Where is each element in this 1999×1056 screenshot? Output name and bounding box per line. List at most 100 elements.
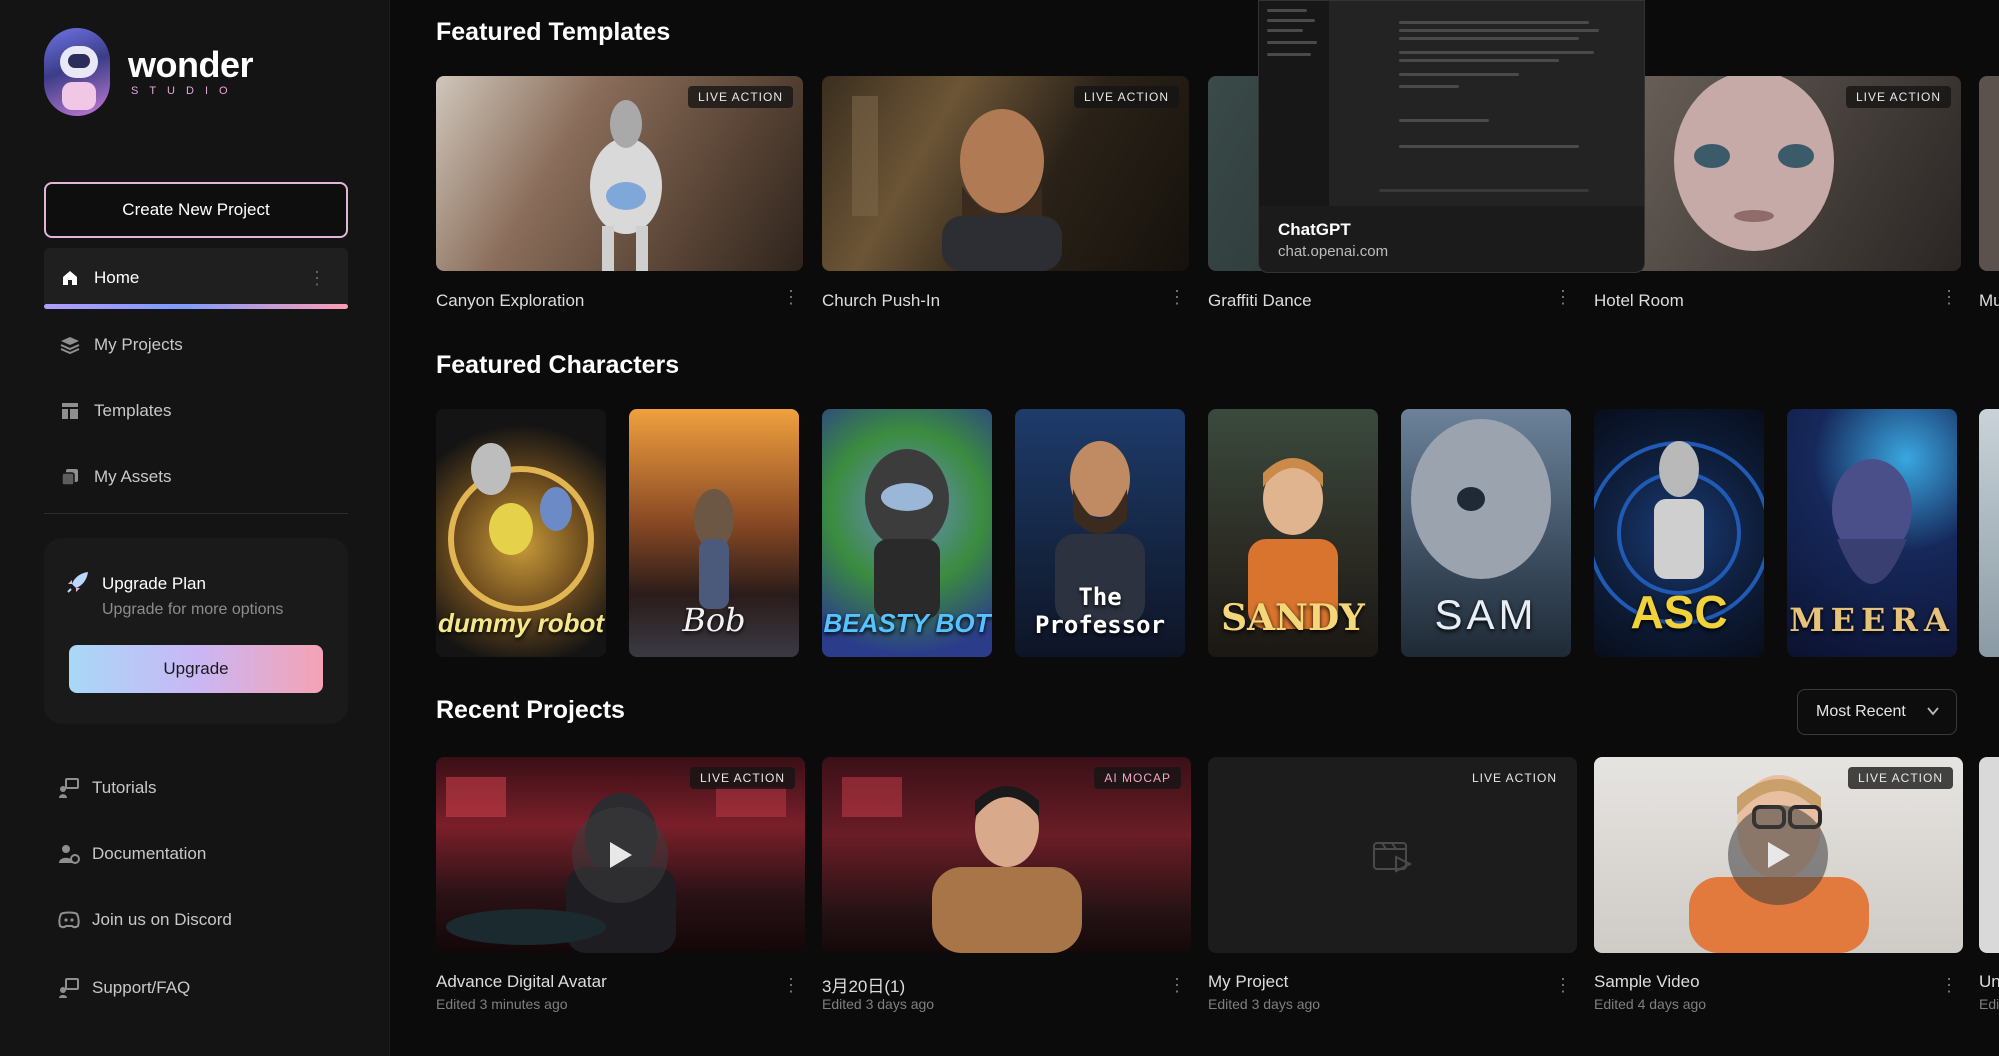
play-icon [1768,842,1790,868]
active-indicator [44,304,348,309]
sidebar: wonder STUDIO Create New Project Home ⋮ … [0,0,390,1056]
character-card[interactable]: BEASTY BOT [822,409,992,657]
divider [44,513,348,514]
character-name: ASC [1630,586,1728,638]
popup-url: chat.openai.com [1278,243,1389,260]
project-label: Un [1979,972,1999,991]
featured-characters-title: Featured Characters [436,351,680,379]
create-new-project-button[interactable]: Create New Project [44,182,348,238]
template-card[interactable]: LIVE ACTION [822,76,1189,271]
link-documentation[interactable]: Documentation [58,839,206,869]
logo-mark-icon [44,28,110,116]
more-options-icon[interactable]: ⋮ [1940,975,1958,996]
project-label: 3月20日(1) [822,977,906,996]
more-options-icon[interactable]: ⋮ [1168,287,1186,308]
upgrade-plan-card: Upgrade Plan Upgrade for more options Up… [44,538,348,724]
character-card[interactable]: Bob [629,409,799,657]
character-name: dummy robot [437,608,605,638]
tab-preview-popup[interactable]: ChatGPT chat.openai.com [1258,0,1645,273]
template-label: Church Push-In [822,291,941,310]
templates-icon [60,401,80,421]
recent-projects-title: Recent Projects [436,696,625,724]
character-card[interactable]: ASC [1594,409,1764,657]
project-edited-time: Edited 4 days ago [1594,996,1707,1012]
project-label: Advance Digital Avatar [436,972,607,991]
brand-name: wonder [128,44,254,85]
live-action-badge: LIVE ACTION [687,86,793,108]
link-tutorials[interactable]: Tutorials [58,773,157,803]
link-tutorials-label: Tutorials [92,778,157,797]
template-label: Hotel Room [1594,291,1684,310]
upgrade-subtitle: Upgrade for more options [102,601,284,618]
upgrade-button[interactable]: Upgrade [69,645,323,693]
sort-dropdown[interactable]: Most Recent [1797,689,1957,735]
rocket-icon [66,570,90,599]
project-edited-time: Edited 3 days ago [1208,996,1321,1012]
project-card[interactable]: AI MOCAP [822,757,1191,953]
play-icon [610,842,632,868]
character-card[interactable]: The Professor [1015,409,1185,657]
layers-icon [60,335,80,355]
more-options-icon[interactable]: ⋮ [1554,287,1572,308]
live-action-badge: LIVE ACTION [1073,86,1179,108]
template-label: Canyon Exploration [436,291,585,310]
character-name: MEERA [1789,601,1955,639]
live-action-badge: LIVE ACTION [1847,767,1953,789]
assets-icon [60,467,80,487]
discord-icon [58,909,80,931]
project-label: My Project [1208,972,1289,991]
project-card[interactable]: LIVE ACTION [1594,757,1963,953]
brand-sub: STUDIO [131,85,239,97]
link-discord[interactable]: Join us on Discord [58,905,232,935]
template-card[interactable]: LIVE ACTION [1594,76,1961,271]
video-placeholder-icon [1373,842,1412,873]
link-support[interactable]: Support/FAQ [58,973,190,1003]
character-card[interactable]: MEERA [1787,409,1957,657]
character-card[interactable]: SAM [1401,409,1571,657]
template-card[interactable]: LIVE ACTION [436,76,803,271]
nav-templates-label: Templates [94,401,172,420]
featured-templates-title: Featured Templates [436,18,671,46]
character-name: The Professor [1034,583,1166,639]
support-icon [58,977,80,999]
popup-title: ChatGPT [1278,220,1351,239]
brand-logo[interactable]: wonder STUDIO [44,28,254,116]
project-edited-time: Edited 3 days ago [822,996,935,1012]
more-options-icon[interactable]: ⋮ [782,975,800,996]
more-options-icon[interactable]: ⋮ [1940,287,1958,308]
more-options-icon[interactable]: ⋮ [1554,975,1572,996]
character-card[interactable] [1979,409,1999,657]
nav-home[interactable]: Home ⋮ [44,248,348,308]
character-name: BEASTY BOT [823,608,991,638]
more-options-icon[interactable]: ⋮ [782,287,800,308]
nav-my-assets-label: My Assets [94,467,172,486]
play-button[interactable] [1728,805,1828,905]
project-card[interactable]: LIVE ACTION [1208,757,1577,953]
project-card[interactable]: LIVE ACTION [436,757,805,953]
character-name: SAM [1434,591,1538,638]
project-label: Sample Video [1594,972,1700,991]
nav-my-projects[interactable]: My Projects [44,315,348,375]
template-card[interactable] [1979,76,1999,271]
link-discord-label: Join us on Discord [92,910,232,929]
more-options-icon[interactable]: ⋮ [1168,975,1186,996]
nav-home-label: Home [94,268,140,287]
upgrade-title: Upgrade Plan [102,574,206,593]
nav-templates[interactable]: Templates [44,381,348,441]
nav-my-projects-label: My Projects [94,335,183,354]
more-options-icon[interactable]: ⋮ [308,268,326,289]
character-card[interactable]: dummy robot [436,409,606,657]
project-card[interactable] [1979,757,1999,953]
home-icon [60,268,80,288]
ai-mocap-badge: AI MOCAP [1094,767,1181,789]
link-documentation-label: Documentation [92,844,207,863]
documentation-icon [58,843,80,865]
chevron-down-icon [1926,704,1940,723]
template-label: Mu [1979,291,1999,310]
live-action-badge: LIVE ACTION [1845,86,1951,108]
live-action-badge: LIVE ACTION [1471,771,1557,785]
play-button[interactable] [572,807,668,903]
tutorials-icon [58,777,80,799]
nav-my-assets[interactable]: My Assets [44,447,348,507]
character-card[interactable]: SANDY [1208,409,1378,657]
